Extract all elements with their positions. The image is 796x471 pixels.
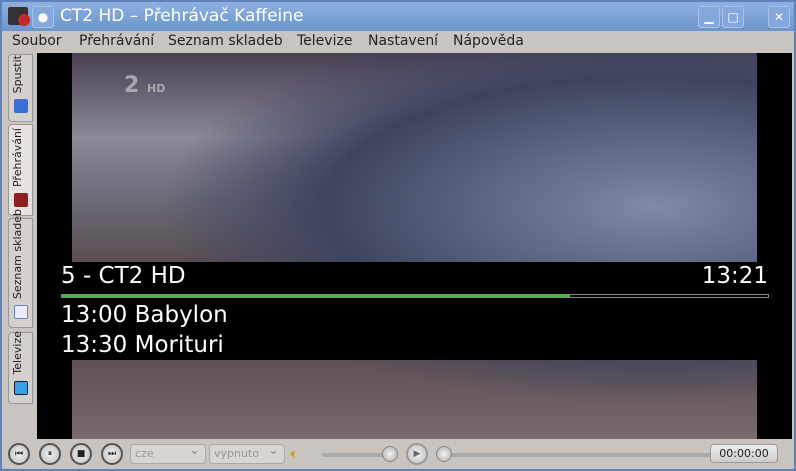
kaffeine-app-icon bbox=[8, 7, 30, 26]
kaffeine-window: ● CT2 HD – Přehrávač Kaffeine ▁ □ ✕ Soub… bbox=[0, 0, 796, 471]
kde-start-icon bbox=[14, 99, 28, 113]
minimize-button[interactable]: ▁ bbox=[698, 6, 720, 28]
playlist-icon bbox=[14, 305, 28, 319]
tv-icon bbox=[14, 381, 28, 395]
previous-button[interactable]: ⏮ bbox=[8, 443, 30, 465]
menu-soubor[interactable]: Soubor bbox=[12, 33, 62, 49]
maximize-button[interactable]: □ bbox=[722, 6, 744, 28]
osd-progress-fill bbox=[62, 295, 571, 297]
close-button[interactable]: ✕ bbox=[768, 6, 790, 28]
menu-prehravani[interactable]: Přehrávání bbox=[79, 33, 154, 49]
player-icon bbox=[14, 193, 28, 207]
volume-icon[interactable]: 🔈︎ bbox=[290, 446, 298, 462]
video-area[interactable]: 2 HD 5 - CT2 HD 13:21 13:00 Babylon 13:3… bbox=[37, 53, 792, 439]
volume-slider-handle[interactable] bbox=[382, 446, 398, 462]
epg-osd: 5 - CT2 HD 13:21 13:00 Babylon 13:30 Mor… bbox=[37, 262, 792, 360]
osd-next-event: 13:30 Morituri bbox=[61, 332, 224, 358]
menu-napoveda[interactable]: Nápověda bbox=[453, 33, 524, 49]
tab-label: Seznam skladeb bbox=[11, 208, 24, 299]
stop-button[interactable]: ■ bbox=[70, 443, 92, 465]
osd-time: 13:21 bbox=[701, 263, 768, 289]
osd-channel: 5 - CT2 HD bbox=[61, 263, 186, 289]
osd-current-event: 13:00 Babylon bbox=[61, 302, 228, 328]
sidebar-item-prehravani[interactable]: Přehrávání bbox=[8, 124, 33, 216]
ct2-logo: 2 HD bbox=[124, 73, 166, 98]
window-menu-button[interactable]: ● bbox=[32, 6, 54, 28]
video-frame: 2 HD bbox=[72, 53, 757, 439]
window-title: CT2 HD – Přehrávač Kaffeine bbox=[60, 6, 304, 26]
audio-language-select[interactable]: cze bbox=[130, 443, 206, 464]
tab-label: Přehrávání bbox=[11, 127, 24, 187]
menu-televize[interactable]: Televize bbox=[297, 33, 352, 49]
playback-mode-icon[interactable]: ▶ bbox=[406, 443, 428, 465]
sidebar-item-televize[interactable]: Televize bbox=[8, 331, 33, 404]
next-button[interactable]: ⏭ bbox=[101, 443, 123, 465]
sidebar-item-seznam-skladeb[interactable]: Seznam skladeb bbox=[8, 209, 33, 328]
time-display[interactable]: 00:00:00 bbox=[710, 444, 778, 463]
subtitles-select[interactable]: vypnuto bbox=[209, 443, 285, 464]
pause-button[interactable]: ⏸ bbox=[39, 443, 61, 465]
osd-progress-bar bbox=[61, 294, 769, 298]
sidebar-item-spustit[interactable]: Spustit bbox=[8, 54, 33, 122]
seek-slider-handle[interactable] bbox=[436, 446, 452, 462]
menu-nastaveni[interactable]: Nastavení bbox=[368, 33, 438, 49]
control-bar: ⏮ ⏸ ■ ⏭ cze vypnuto 🔈︎ ▶ 00:00:00 bbox=[2, 439, 794, 469]
title-bar: ● CT2 HD – Přehrávač Kaffeine ▁ □ ✕ bbox=[2, 2, 794, 31]
seek-slider[interactable] bbox=[437, 453, 717, 457]
menu-bar: Soubor Přehrávání Seznam skladeb Televiz… bbox=[2, 31, 794, 52]
tab-label: Televize bbox=[11, 331, 24, 375]
tab-label: Spustit bbox=[11, 54, 24, 93]
menu-seznam-skladeb[interactable]: Seznam skladeb bbox=[168, 33, 283, 49]
